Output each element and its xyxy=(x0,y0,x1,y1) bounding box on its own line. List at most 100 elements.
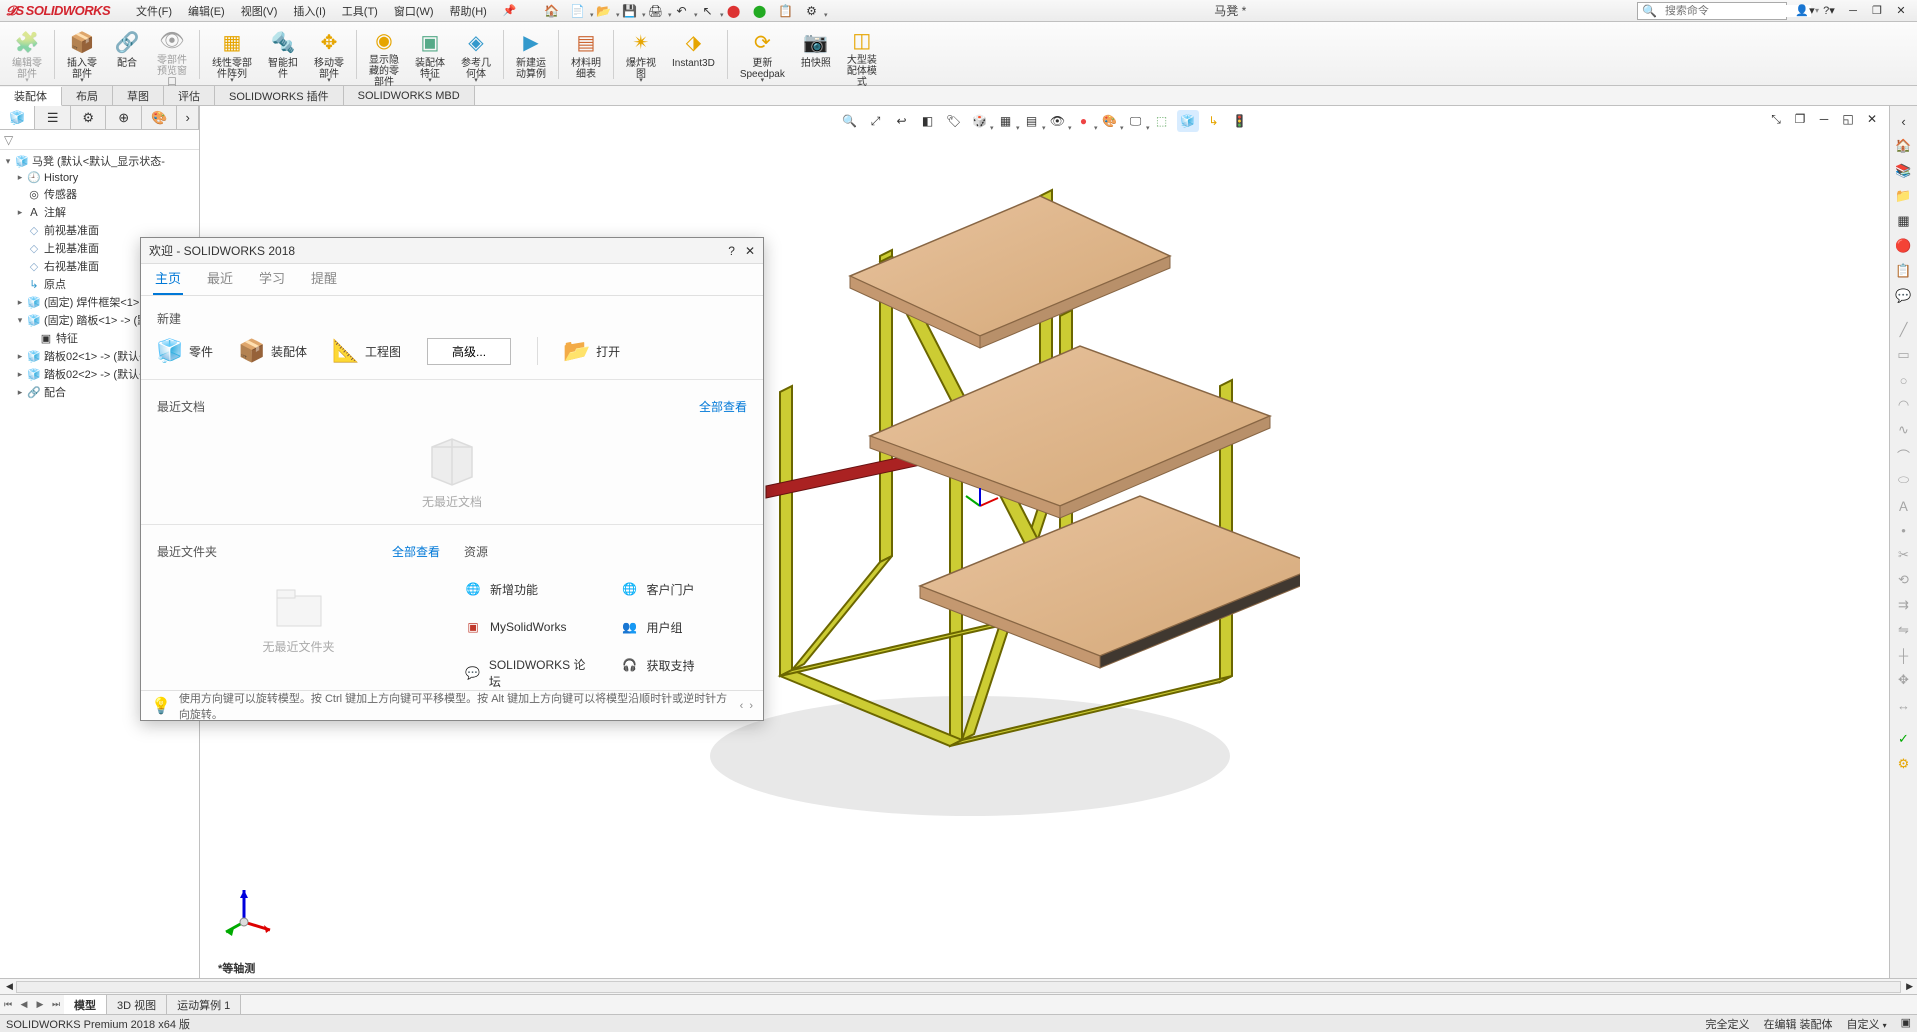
apply-scene-icon[interactable]: ●▾ xyxy=(1073,110,1095,132)
res-get-support[interactable]: 🎧获取支持 xyxy=(621,646,748,684)
res-forums[interactable]: 💬SOLIDWORKS 论坛 xyxy=(464,646,591,690)
rebuild-green-icon[interactable]: ⬤ xyxy=(748,2,772,20)
tab-assembly[interactable]: 装配体 xyxy=(0,87,62,106)
tree-root[interactable]: ▾🧊马凳 (默认<默认_显示状态- xyxy=(0,152,199,170)
welcome-open-button[interactable]: 📂打开 xyxy=(564,338,620,364)
res-mysolidworks[interactable]: ▣MySolidWorks xyxy=(464,608,591,646)
dimxpert-tab-icon[interactable]: ⊕ xyxy=(106,106,141,129)
view-palette-icon[interactable]: ▦ xyxy=(1893,210,1915,232)
forum-icon[interactable]: 💬 xyxy=(1893,285,1915,307)
orientation-triad[interactable] xyxy=(224,878,284,938)
previous-view-icon[interactable]: ↩ xyxy=(891,110,913,132)
welcome-recentdocs-viewall[interactable]: 全部查看 xyxy=(699,398,747,415)
welcome-tab-alerts[interactable]: 提醒 xyxy=(309,262,339,295)
welcome-tab-home[interactable]: 主页 xyxy=(153,262,183,295)
tree-sensors[interactable]: ◎传感器 xyxy=(0,185,199,203)
home-icon[interactable]: 🏠 xyxy=(540,2,564,20)
scroll-left-icon[interactable]: ◀ xyxy=(2,981,17,992)
options-icon[interactable]: ⚙▾ xyxy=(800,2,824,20)
document-props-icon[interactable]: 📋 xyxy=(774,2,798,20)
mate-button[interactable]: 🔗配合 xyxy=(107,26,147,83)
custom-props-icon[interactable]: 📋 xyxy=(1893,260,1915,282)
welcome-titlebar[interactable]: 欢迎 - SOLIDWORKS 2018 ? ✕ xyxy=(141,238,763,264)
status-unit-icon[interactable]: ▣ xyxy=(1901,1016,1911,1032)
traffic-light-icon[interactable]: 🚦 xyxy=(1229,110,1251,132)
menu-file[interactable]: 文件(F) xyxy=(128,0,180,21)
tab-mbd[interactable]: SOLIDWORKS MBD xyxy=(344,86,475,105)
doc-tab-3dview[interactable]: 3D 视图 xyxy=(107,995,167,1014)
appearances-icon[interactable]: 🔴 xyxy=(1893,235,1915,257)
new-motion-study-button[interactable]: ▶新建运 动算例 xyxy=(510,26,552,83)
welcome-advanced-button[interactable]: 高级... xyxy=(427,338,511,365)
welcome-close-icon[interactable]: ✕ xyxy=(745,244,755,258)
view-settings2-icon[interactable]: 🖵▾ xyxy=(1125,110,1147,132)
smart-dimension-icon[interactable]: ✓ xyxy=(1893,728,1915,750)
tab-sketch[interactable]: 草图 xyxy=(113,86,164,105)
res-customer-portal[interactable]: 🌐客户门户 xyxy=(621,570,748,608)
close-icon[interactable]: ✕ xyxy=(1891,2,1911,20)
new-icon[interactable]: 📄▾ xyxy=(566,2,590,20)
taskpane-back-icon[interactable]: ‹ xyxy=(1893,110,1915,132)
open-icon[interactable]: 📂▾ xyxy=(592,2,616,20)
minimize-icon[interactable]: ─ xyxy=(1843,2,1863,20)
print-icon[interactable]: 🖨▾ xyxy=(644,2,668,20)
welcome-recentfolders-viewall[interactable]: 全部查看 xyxy=(392,543,440,560)
update-speedpak-button[interactable]: ⟳更新 Speedpak▾ xyxy=(734,26,791,83)
linear-pattern-button[interactable]: ▦线性零部 件阵列▾ xyxy=(206,26,258,83)
new-part-button[interactable]: 🧊零件 xyxy=(157,338,213,364)
tab-evaluate[interactable]: 评估 xyxy=(164,86,215,105)
scroll-right-icon[interactable]: ▶ xyxy=(1902,981,1917,992)
hide-show-items-icon[interactable]: ▤▾ xyxy=(1021,110,1043,132)
cube2-icon[interactable]: 🧊 xyxy=(1177,110,1199,132)
status-custom[interactable]: 自定义 ▾ xyxy=(1847,1016,1887,1032)
take-snapshot-button[interactable]: 📷拍快照 xyxy=(795,26,837,83)
edit-appearance-icon[interactable]: 👁▾ xyxy=(1047,110,1069,132)
instant3d-button[interactable]: ⬗Instant3D xyxy=(666,26,721,83)
vp-expand-icon[interactable]: ⤡ xyxy=(1765,108,1787,130)
display-style-icon[interactable]: ▦▾ xyxy=(995,110,1017,132)
move-component-button[interactable]: ✥移动零 部件▾ xyxy=(308,26,350,83)
design-library-icon[interactable]: 📚 xyxy=(1893,160,1915,182)
horizontal-scrollbar[interactable]: ◀ ▶ xyxy=(0,978,1917,994)
doc-tab-last-icon[interactable]: ⏭ xyxy=(48,999,64,1010)
display-manager-tab-icon[interactable]: 🎨 xyxy=(142,106,177,129)
tree-annotations[interactable]: ▸Ａ注解 xyxy=(0,203,199,221)
vp-close-icon[interactable]: ✕ xyxy=(1861,108,1883,130)
doc-tab-next-icon[interactable]: ▶ xyxy=(32,999,48,1010)
command-search[interactable]: 🔍 ▾ xyxy=(1637,2,1787,20)
tab-layout[interactable]: 布局 xyxy=(62,86,113,105)
view-orientation-icon[interactable]: 🎲▾ xyxy=(969,110,991,132)
welcome-help-icon[interactable]: ? xyxy=(728,244,735,258)
welcome-tab-recent[interactable]: 最近 xyxy=(205,262,235,295)
tree-filter[interactable]: ▽ xyxy=(0,130,199,150)
res-whats-new[interactable]: 🌐新增功能 xyxy=(464,570,591,608)
select-icon[interactable]: ↖▾ xyxy=(696,2,720,20)
new-assembly-button[interactable]: 📦装配体 xyxy=(239,338,307,364)
reference-geometry-button[interactable]: ◈参考几 何体▾ xyxy=(455,26,497,83)
dynamic-annotation-icon[interactable]: 🏷 xyxy=(943,110,965,132)
vp-minimize-icon[interactable]: ─ xyxy=(1813,108,1835,130)
bom-button[interactable]: ▤材料明 细表 xyxy=(565,26,607,83)
section-view-icon[interactable]: ◧ xyxy=(917,110,939,132)
assembly-features-button[interactable]: ▣装配体 特征▾ xyxy=(409,26,451,83)
tip-next-icon[interactable]: › xyxy=(749,700,753,712)
rebuild-red-icon[interactable]: ⬤ xyxy=(722,2,746,20)
doc-tab-prev-icon[interactable]: ◀ xyxy=(16,999,32,1010)
menu-insert[interactable]: 插入(I) xyxy=(285,0,333,21)
cube-icon[interactable]: ⬚ xyxy=(1151,110,1173,132)
property-manager-tab-icon[interactable]: ☰ xyxy=(35,106,70,129)
menu-pin-icon[interactable]: 📌 xyxy=(495,0,525,21)
doc-tab-model[interactable]: 模型 xyxy=(64,995,107,1014)
menu-window[interactable]: 窗口(W) xyxy=(386,0,442,21)
restore-icon[interactable]: ❐ xyxy=(1867,2,1887,20)
zoom-area-icon[interactable]: ⤢ xyxy=(865,110,887,132)
tip-prev-icon[interactable]: ‹ xyxy=(740,700,744,712)
exploded-view-button[interactable]: ✴爆炸视 图▾ xyxy=(620,26,662,83)
menu-edit[interactable]: 编辑(E) xyxy=(180,0,233,21)
panel-expand-icon[interactable]: › xyxy=(177,106,199,129)
help-icon[interactable]: ?▾ xyxy=(1819,2,1839,20)
vp-restore-icon[interactable]: ◱ xyxy=(1837,108,1859,130)
large-assembly-button[interactable]: ◫大型装 配体模 式 xyxy=(841,26,883,83)
tab-addins[interactable]: SOLIDWORKS 插件 xyxy=(215,86,344,105)
new-drawing-button[interactable]: 📐工程图 xyxy=(333,338,401,364)
